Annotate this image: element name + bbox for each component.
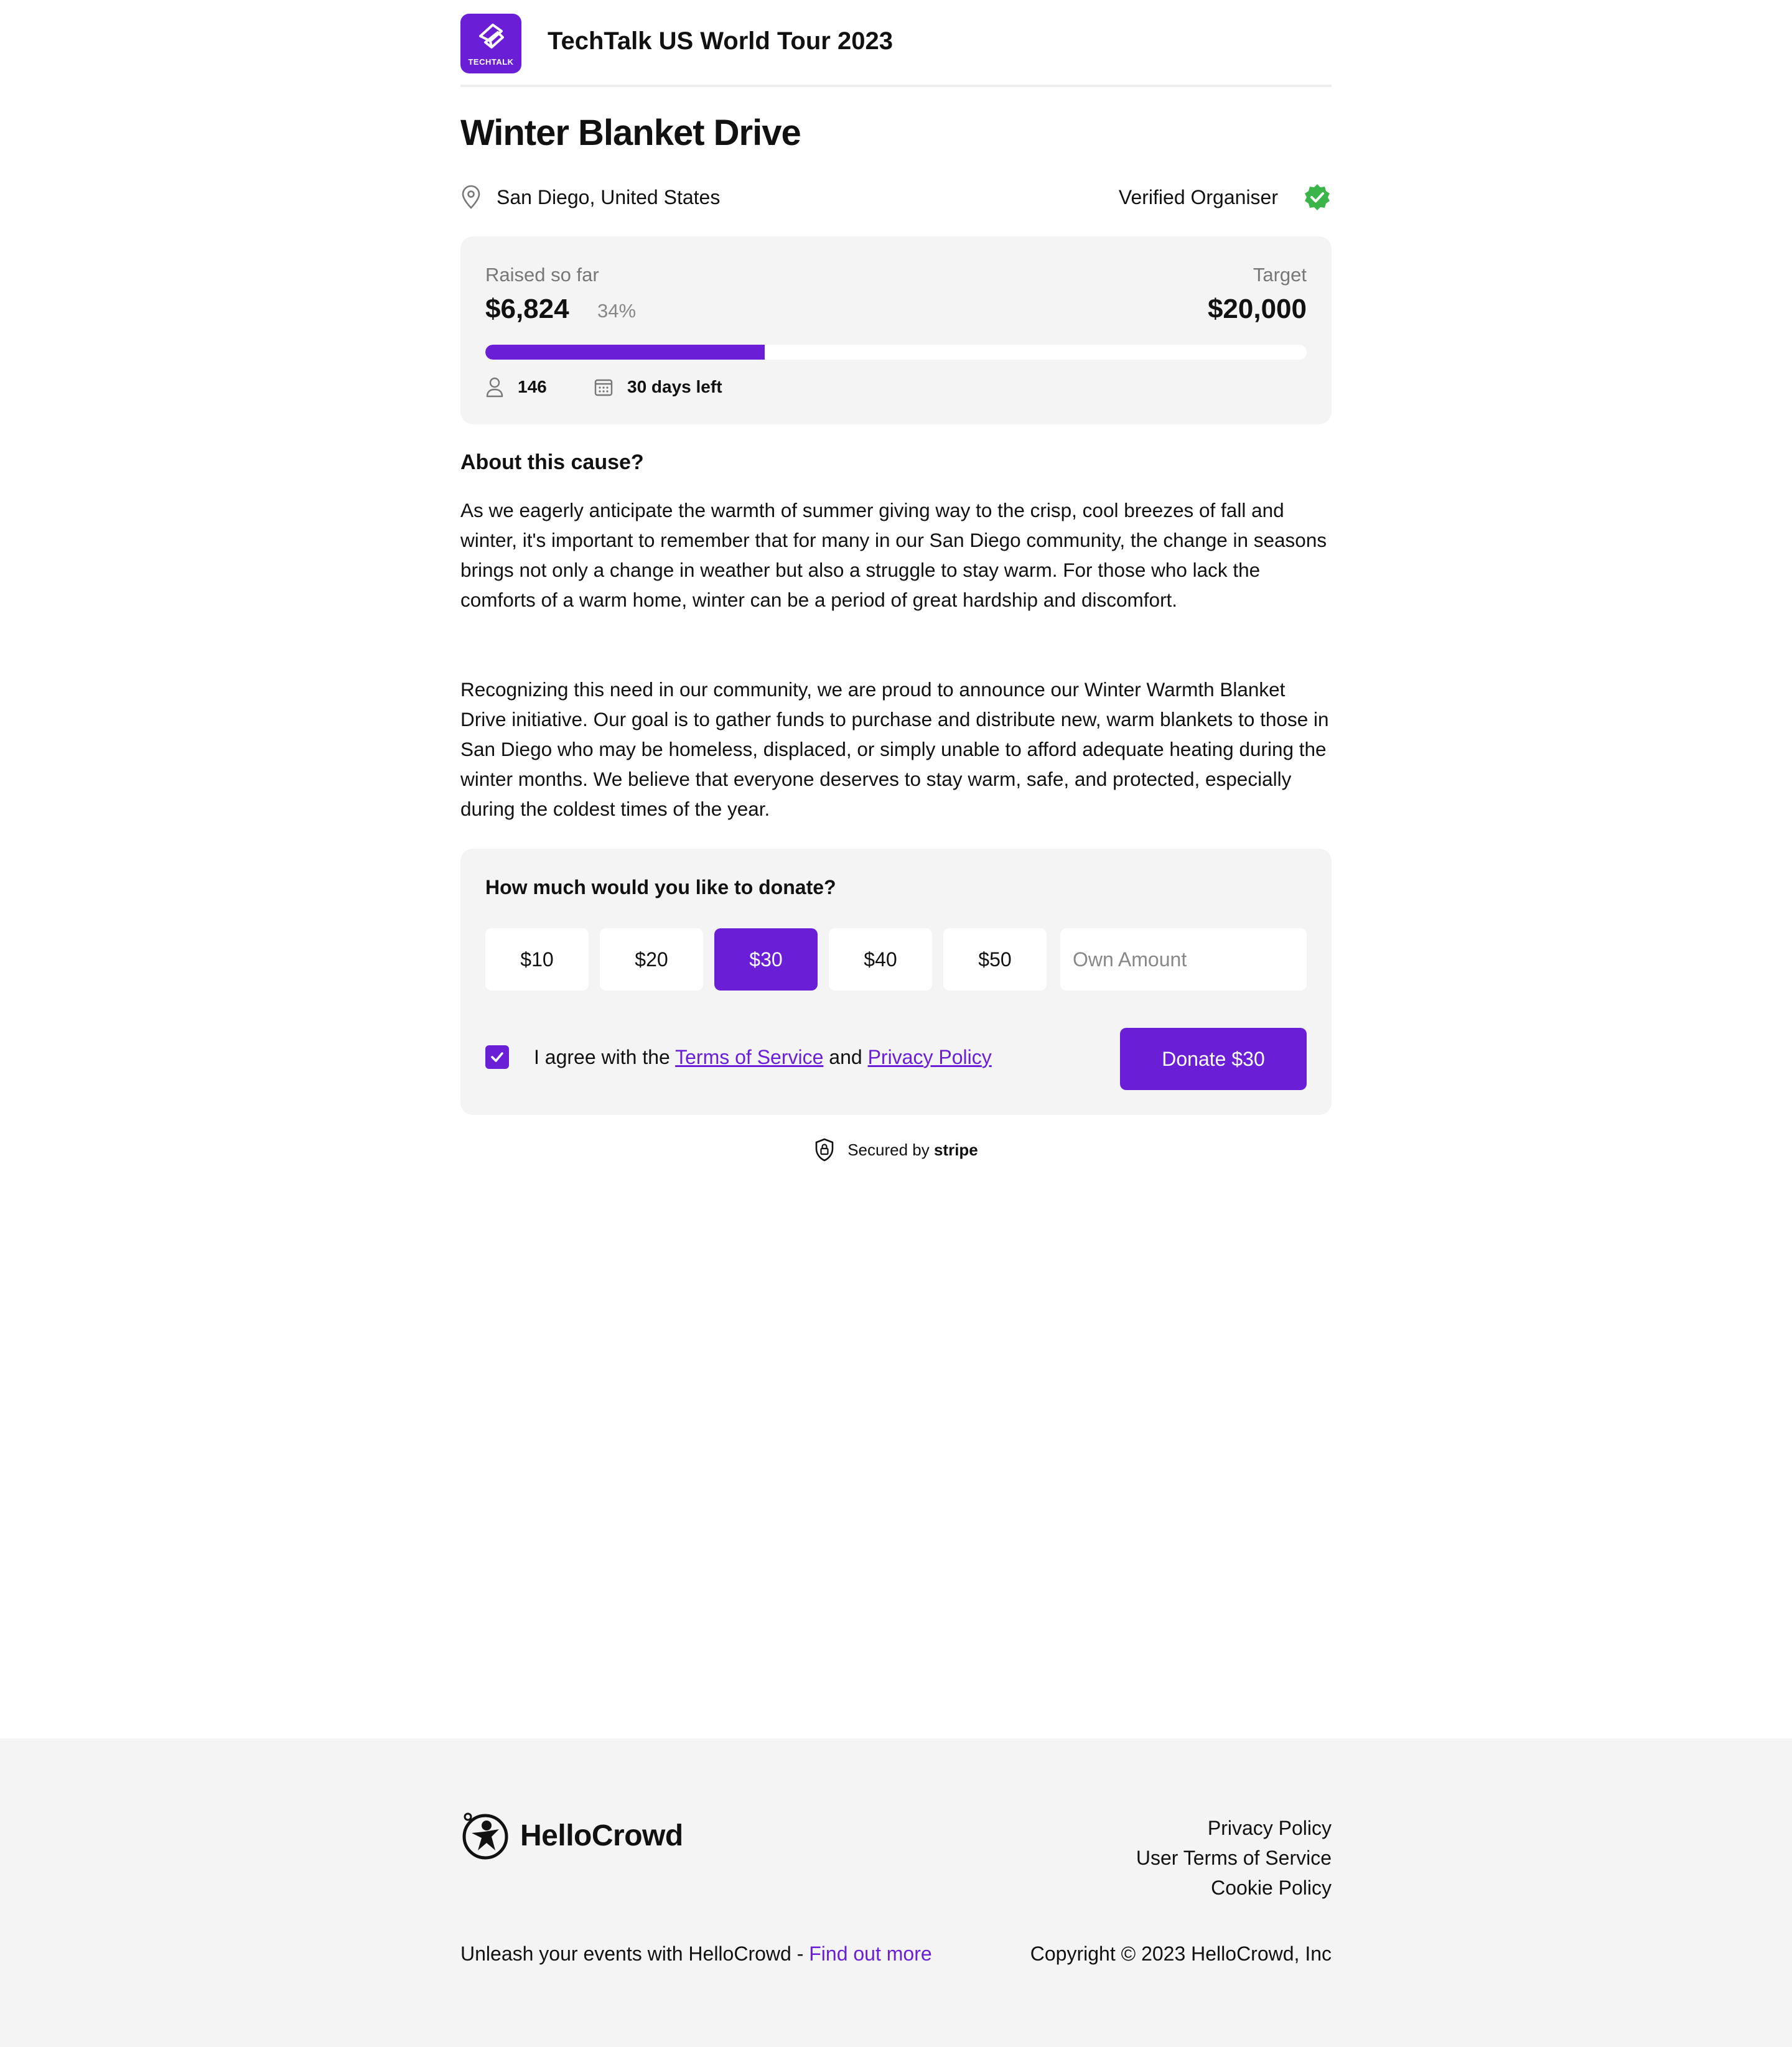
checkmark-icon [491,1052,503,1062]
supporters-stat: 146 [485,375,547,399]
location-text: San Diego, United States [497,185,721,208]
tagline-prefix: Unleash your events with HelloCrowd - [460,1942,804,1965]
privacy-policy-link[interactable]: Privacy Policy [868,1046,992,1068]
donation-question: How much would you like to donate? [485,876,836,898]
person-icon [486,377,503,398]
agree-row: I agree with the Terms of Service and Pr… [485,1045,992,1069]
donate-button[interactable]: Donate $30 [1120,1028,1307,1090]
about-paragraph-2: Recognizing this need in our community, … [460,678,1329,820]
hellocrowd-brand[interactable]: HelloCrowd [460,1811,683,1860]
logo-text: TECHTALK [468,57,514,67]
about-paragraph-1: As we eagerly anticipate the warmth of s… [460,499,1327,611]
secured-prefix: Secured by [847,1140,930,1159]
footer-links: Privacy Policy User Terms of Service Coo… [1136,1813,1332,1903]
agree-prefix: I agree with the [534,1045,670,1068]
donation-card: How much would you like to donate? $10 $… [460,849,1332,1115]
copyright: Copyright © 2023 HelloCrowd, Inc [1030,1942,1332,1965]
agree-text: I agree with the Terms of Service and Pr… [534,1046,992,1069]
footer-privacy-policy-link[interactable]: Privacy Policy [1136,1813,1332,1843]
target-amount: $20,000 [1207,294,1307,324]
terms-of-service-link[interactable]: Terms of Service [675,1046,823,1068]
footer-cookie-policy-link[interactable]: Cookie Policy [1136,1873,1332,1903]
own-amount-input[interactable] [1060,928,1307,991]
techtalk-logo[interactable]: TECHTALK [460,14,521,73]
days-left: 30 days left [627,377,722,396]
find-out-more-link[interactable]: Find out more [809,1942,931,1965]
location: San Diego, United States [460,182,720,213]
raised-amount: $6,824 [485,294,569,324]
amount-button-30[interactable]: $30 [714,928,818,991]
verified-badge-icon [1305,184,1330,210]
hellocrowd-logo-icon [462,1812,508,1860]
amount-button-20[interactable]: $20 [600,928,703,991]
brand-name: HelloCrowd [520,1819,683,1852]
progress-card: Raised so far $6,824 34% Target $20,000 … [460,236,1332,424]
amount-button-40[interactable]: $40 [829,928,932,991]
supporters-count: 146 [518,377,547,396]
raised-label: Raised so far [485,264,599,286]
top-bar: TECHTALK TechTalk US World Tour 2023 [460,14,1332,87]
calendar-icon [594,379,613,396]
techtalk-logo-icon [479,24,504,49]
verified-organiser: Verified Organiser [1119,182,1332,213]
footer: HelloCrowd Privacy Policy User Terms of … [0,1738,1792,2047]
location-pin-icon [462,185,480,209]
amount-button-10[interactable]: $10 [485,928,589,991]
footer-tagline: Unleash your events with HelloCrowd - Fi… [460,1942,932,1965]
verified-label: Verified Organiser [1118,185,1278,208]
about-heading: About this cause? [460,450,644,474]
target-label: Target [1253,264,1307,286]
footer-inner: HelloCrowd Privacy Policy User Terms of … [460,1738,1332,2047]
shield-lock-icon [815,1138,834,1162]
agree-and: and [829,1045,862,1068]
footer-user-terms-link[interactable]: User Terms of Service [1136,1843,1332,1873]
raised-percent: 34% [597,300,637,322]
page-title: Winter Blanket Drive [460,113,801,153]
days-left-stat: 30 days left [594,375,722,399]
secured-by-stripe: Secured by stripe [460,1137,1332,1162]
secured-text: Secured by stripe [847,1140,978,1160]
amount-button-50[interactable]: $50 [943,928,1047,991]
agree-checkbox[interactable] [485,1045,509,1069]
stripe-label: stripe [933,1140,978,1159]
progress-bar [485,345,1307,360]
progress-bar-fill [485,345,765,360]
event-title: TechTalk US World Tour 2023 [548,27,893,55]
